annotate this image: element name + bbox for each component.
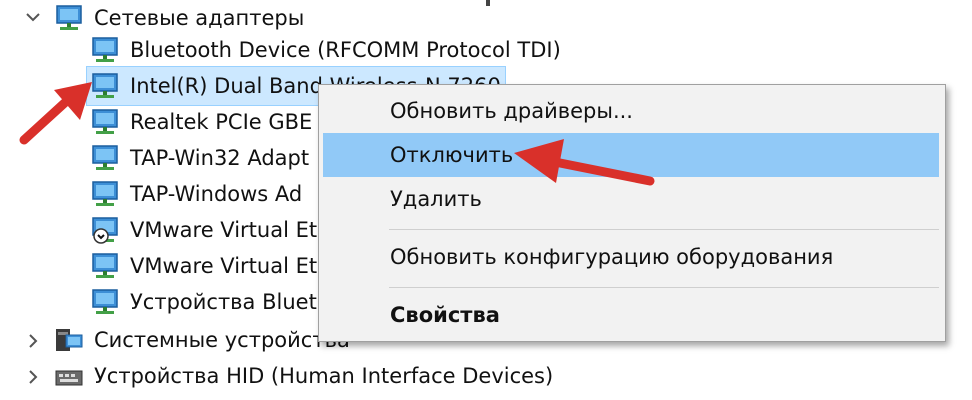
tree-category-system-devices[interactable]: Системные устройства [54,322,350,358]
network-adapter-icon [90,287,120,317]
annotation-arrow-icon [514,139,655,186]
tree-item-label: TAP-Win32 Adapt [130,146,310,170]
chevron-right-icon[interactable] [22,330,44,352]
network-adapter-icon [90,179,120,209]
network-adapters-category-icon [54,3,84,33]
menu-item-label: Отключить [390,143,514,167]
chevron-right-icon[interactable] [22,366,44,388]
menu-item-label: Удалить [390,187,482,211]
hid-devices-icon [54,361,84,391]
tree-item-label: TAP-Windows Ad [130,182,303,206]
tree-category-label: Сетевые адаптеры [94,6,305,30]
tree-item-label: VMware Virtual Et [130,254,318,278]
tree-item-bluetooth-device-rfcomm[interactable]: Bluetooth Device (RFCOMM Protocol TDI) [90,32,561,68]
menu-item-label: Обновить драйверы... [390,99,633,123]
context-menu: Обновить драйверы... Отключить Удалить О… [318,84,946,342]
system-devices-icon [54,325,84,355]
tree-item-label: Bluetooth Device (RFCOMM Protocol TDI) [130,38,561,62]
annotation-arrow-icon [19,82,92,145]
menu-item-properties[interactable]: Свойства [320,293,944,337]
network-adapter-disabled-icon [90,215,120,245]
menu-item-scan-hardware[interactable]: Обновить конфигурацию оборудования [320,235,944,279]
tree-item-label: Realtek PCIe GBE [130,110,313,134]
scrollbar-fragment [486,0,490,6]
tree-category-network-adapters[interactable]: Сетевые адаптеры [54,0,304,36]
tree-item-bluetooth-devices[interactable]: Устройства Bluet [90,284,317,320]
tree-item-realtek-pcie[interactable]: Realtek PCIe GBE [90,104,312,140]
network-adapter-icon [90,251,120,281]
tree-item-tap-win32[interactable]: TAP-Win32 Adapt [90,140,309,176]
menu-separator [389,229,939,230]
menu-item-update-drivers[interactable]: Обновить драйверы... [320,89,944,133]
tree-category-hid-devices[interactable]: Устройства HID (Human Interface Devices) [54,358,553,394]
network-adapter-icon [90,35,120,65]
tree-item-vmware-virtual-2[interactable]: VMware Virtual Et [90,248,317,284]
tree-item-tap-windows[interactable]: TAP-Windows Ad [90,176,302,212]
menu-item-label: Обновить конфигурацию оборудования [390,245,834,269]
tree-item-vmware-virtual-1[interactable]: VMware Virtual Et [90,212,317,248]
tree-item-label: VMware Virtual Et [130,218,318,242]
tree-category-label: Системные устройства [94,328,350,352]
menu-item-label: Свойства [390,303,500,327]
chevron-down-icon[interactable] [22,6,44,28]
tree-item-label: Устройства Bluet [130,290,317,314]
menu-separator [389,287,939,288]
tree-category-label: Устройства HID (Human Interface Devices) [94,364,554,388]
